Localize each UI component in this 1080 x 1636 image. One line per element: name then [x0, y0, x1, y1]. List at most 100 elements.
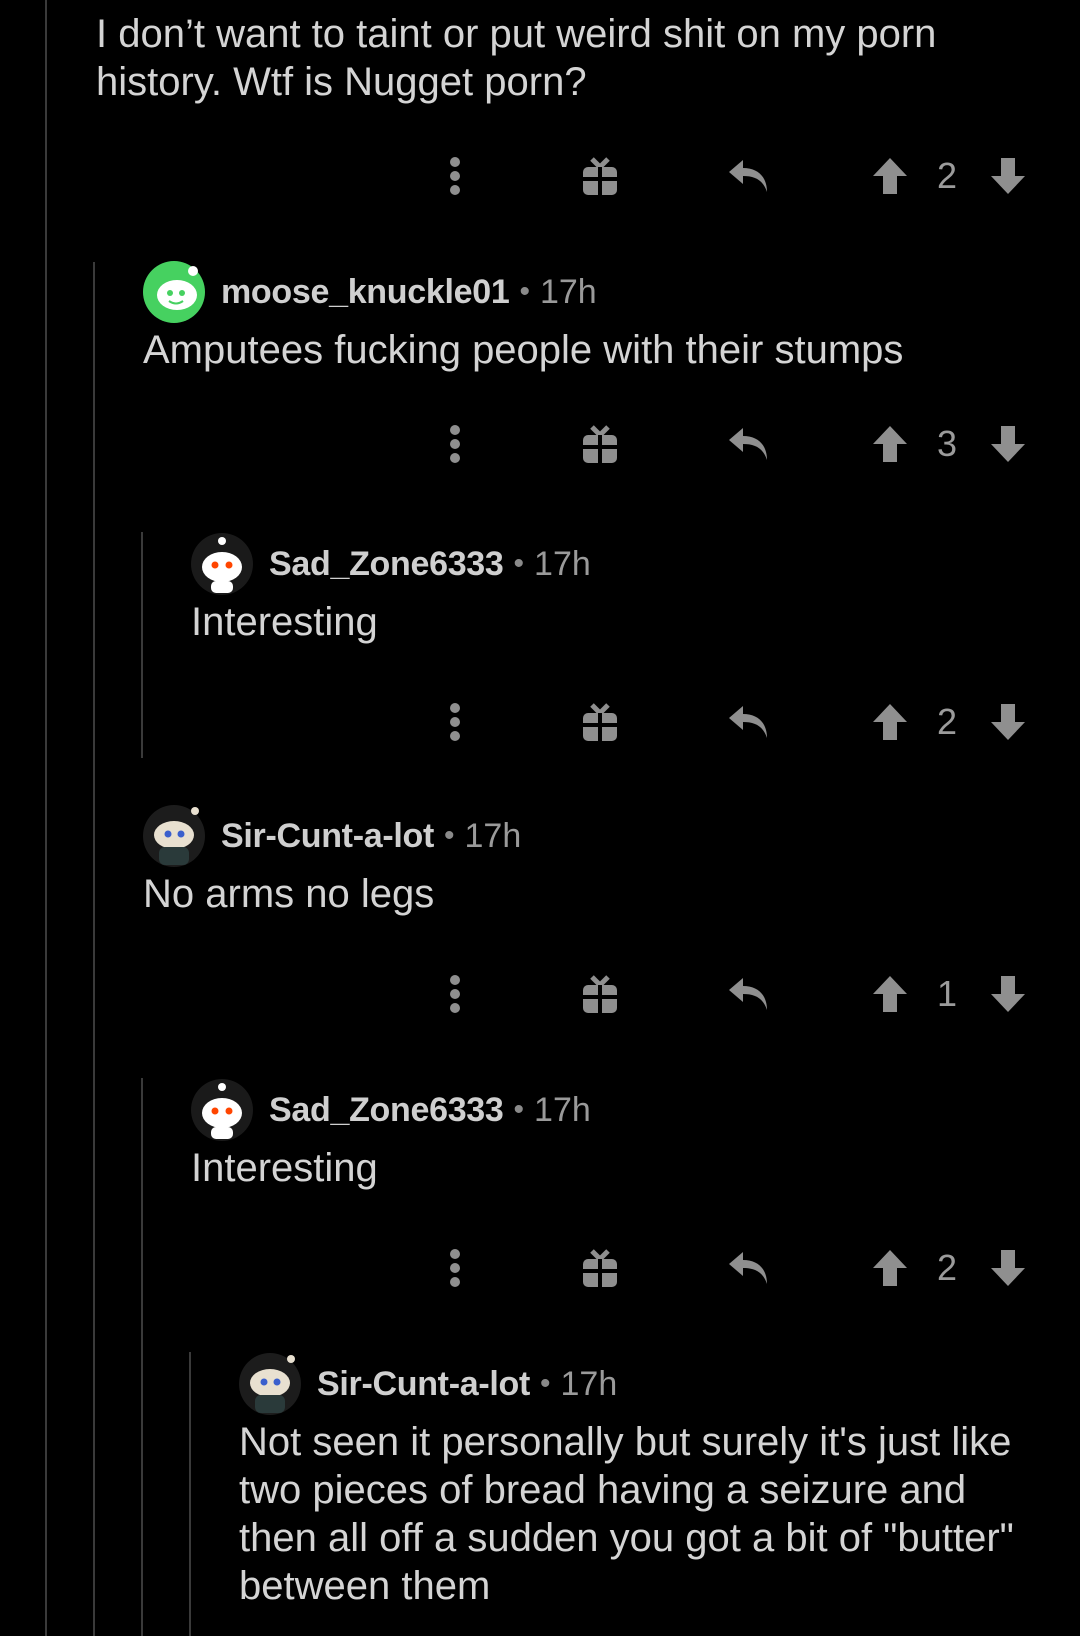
reply-icon: [729, 428, 767, 460]
comment-actions: 2: [0, 1238, 1080, 1298]
avatar[interactable]: [143, 261, 205, 323]
comment: moose_knuckle01 • 17h Amputees fucking p…: [143, 260, 1080, 374]
downvote-button[interactable]: [986, 692, 1030, 752]
more-vertical-icon: [450, 975, 460, 1013]
upvote-button[interactable]: [868, 964, 912, 1024]
downvote-button[interactable]: [986, 414, 1030, 474]
gift-icon: [583, 975, 617, 1013]
downvote-arrow-icon: [991, 976, 1025, 1012]
more-vertical-icon: [450, 425, 460, 463]
upvote-arrow-icon: [873, 158, 907, 194]
gift-icon: [583, 1249, 617, 1287]
avatar[interactable]: [191, 533, 253, 595]
downvote-arrow-icon: [991, 704, 1025, 740]
vote-score: 3: [936, 423, 958, 464]
thread-line-level-3[interactable]: [189, 1352, 191, 1636]
downvote-button[interactable]: [986, 964, 1030, 1024]
vote-score: 2: [936, 155, 958, 196]
separator-dot: •: [443, 819, 455, 852]
avatar-snoo-icon: [157, 266, 198, 310]
more-options-button[interactable]: [440, 1238, 470, 1298]
comment-actions: 1: [0, 964, 1080, 1024]
downvote-button[interactable]: [986, 146, 1030, 206]
downvote-arrow-icon: [991, 1250, 1025, 1286]
comment-actions: 3: [0, 414, 1080, 474]
upvote-arrow-icon: [873, 976, 907, 1012]
reply-button[interactable]: [724, 692, 774, 752]
downvote-button[interactable]: [986, 1238, 1030, 1298]
reply-icon: [729, 160, 767, 192]
vote-score: 2: [936, 701, 958, 742]
timestamp: 17h: [534, 1090, 591, 1129]
more-options-button[interactable]: [440, 414, 470, 474]
reply-button[interactable]: [724, 964, 774, 1024]
vote-score: 1: [936, 973, 958, 1014]
separator-dot: •: [513, 547, 525, 580]
more-vertical-icon: [450, 157, 460, 195]
comment: Sir-Cunt-a-lot • 17h Not seen it persona…: [239, 1352, 1080, 1610]
upvote-arrow-icon: [873, 1250, 907, 1286]
reply-icon: [729, 1252, 767, 1284]
upvote-button[interactable]: [868, 146, 912, 206]
comment-body: I don’t want to taint or put weird shit …: [96, 12, 937, 104]
comment-body: Interesting: [191, 1146, 378, 1190]
comment-header: Sad_Zone6333 • 17h: [191, 532, 1080, 596]
avatar[interactable]: [191, 1079, 253, 1141]
separator-dot: •: [539, 1367, 551, 1400]
vote-score: 2: [936, 1247, 958, 1288]
avatar[interactable]: [143, 805, 205, 867]
comment-body: Not seen it personally but surely it's j…: [239, 1420, 1014, 1608]
avatar-snoo-icon: [202, 537, 242, 593]
comment: Sir-Cunt-a-lot • 17h No arms no legs: [143, 804, 1080, 918]
comment-header: moose_knuckle01 • 17h: [143, 260, 1080, 324]
username[interactable]: Sir-Cunt-a-lot: [317, 1365, 530, 1404]
reply-icon: [729, 706, 767, 738]
comment-body: No arms no legs: [143, 872, 435, 916]
avatar-snoo-icon: [154, 807, 199, 865]
avatar-snoo-icon: [202, 1083, 242, 1139]
award-button[interactable]: [578, 1238, 622, 1298]
comment-actions: 2: [0, 146, 1080, 206]
upvote-button[interactable]: [868, 1238, 912, 1298]
upvote-arrow-icon: [873, 426, 907, 462]
reply-button[interactable]: [724, 1238, 774, 1298]
reply-button[interactable]: [724, 414, 774, 474]
thread-line-level-0[interactable]: [45, 0, 47, 1636]
upvote-arrow-icon: [873, 704, 907, 740]
gift-icon: [583, 703, 617, 741]
comment-top: I don’t want to taint or put weird shit …: [96, 8, 1080, 106]
comment-header: Sir-Cunt-a-lot • 17h: [143, 804, 1080, 868]
timestamp: 17h: [539, 272, 597, 311]
comment-body: Amputees fucking people with their stump…: [143, 328, 904, 372]
upvote-button[interactable]: [868, 414, 912, 474]
upvote-button[interactable]: [868, 692, 912, 752]
award-button[interactable]: [578, 146, 622, 206]
award-button[interactable]: [578, 964, 622, 1024]
separator-dot: •: [519, 275, 530, 308]
avatar[interactable]: [239, 1353, 301, 1415]
comment-header: Sir-Cunt-a-lot • 17h: [239, 1352, 1080, 1416]
downvote-arrow-icon: [991, 158, 1025, 194]
gift-icon: [583, 425, 617, 463]
comment-actions: 2: [0, 692, 1080, 752]
username[interactable]: Sir-Cunt-a-lot: [221, 817, 434, 856]
username[interactable]: Sad_Zone6333: [269, 545, 504, 584]
thread-line-level-2[interactable]: [141, 1078, 143, 1636]
avatar-snoo-icon: [250, 1355, 295, 1413]
reply-button[interactable]: [724, 146, 774, 206]
timestamp: 17h: [534, 544, 591, 583]
award-button[interactable]: [578, 692, 622, 752]
timestamp: 17h: [464, 816, 522, 855]
username[interactable]: Sad_Zone6333: [269, 1091, 504, 1130]
downvote-arrow-icon: [991, 426, 1025, 462]
more-vertical-icon: [450, 703, 460, 741]
comment-header: Sad_Zone6333 • 17h: [191, 1078, 1080, 1142]
award-button[interactable]: [578, 414, 622, 474]
username[interactable]: moose_knuckle01: [221, 273, 510, 312]
more-options-button[interactable]: [440, 964, 470, 1024]
more-options-button[interactable]: [440, 146, 470, 206]
comment: Sad_Zone6333 • 17h Interesting: [191, 532, 1080, 646]
more-options-button[interactable]: [440, 692, 470, 752]
comment: Sad_Zone6333 • 17h Interesting: [191, 1078, 1080, 1192]
gift-icon: [583, 157, 617, 195]
